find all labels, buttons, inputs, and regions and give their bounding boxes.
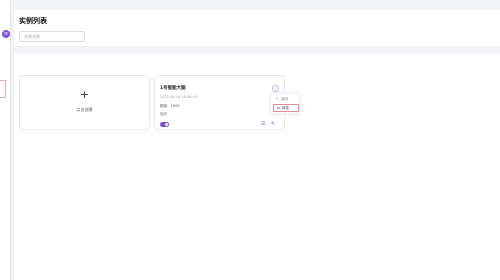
dropdown-item-label: 编辑 (281, 97, 288, 101)
page-header: 实例列表 (14, 10, 500, 46)
instance-created-time: 2025-06-16 15:56:43 (160, 95, 198, 99)
plus-icon: + (79, 88, 90, 101)
quota-value: 1900 (170, 104, 180, 108)
dropdown-item-label: 转发 (282, 106, 289, 110)
instance-name: 1号智能大脑 (160, 86, 186, 91)
create-instance-label: 点击创建 (76, 107, 93, 112)
toggle-knob (165, 123, 168, 126)
dropdown-item-edit[interactable]: ✎ 编辑 (273, 95, 299, 103)
instance-quota: 额度：1900 (160, 104, 179, 109)
document-icon[interactable]: ☰ (261, 121, 265, 127)
dropdown-item-transfer[interactable]: ⇄ 转发 (273, 104, 299, 112)
instance-enable-toggle[interactable] (160, 122, 169, 127)
instance-grid: + 点击创建 1号智能大脑 ⋮ 2025-06-16 15:56:43 额度：1… (14, 54, 500, 280)
sidebar: ≡ (0, 0, 11, 280)
menu-icon[interactable]: ≡ (2, 30, 10, 38)
instance-card[interactable]: 1号智能大脑 ⋮ 2025-06-16 15:56:43 额度：1900 描述 … (154, 75, 285, 130)
instance-actions-dropdown: ✎ 编辑 ⇄ 转发 (270, 92, 300, 114)
edit-icon[interactable]: ✎ (271, 121, 275, 127)
instance-description: 描述 (160, 112, 167, 116)
search-input[interactable] (19, 31, 85, 42)
create-instance-card[interactable]: + 点击创建 (19, 75, 150, 130)
page-title: 实例列表 (19, 17, 47, 25)
quota-label: 额度： (160, 104, 171, 108)
more-options-icon[interactable]: ⋮ (272, 85, 279, 92)
sidebar-active-marker (0, 80, 6, 98)
